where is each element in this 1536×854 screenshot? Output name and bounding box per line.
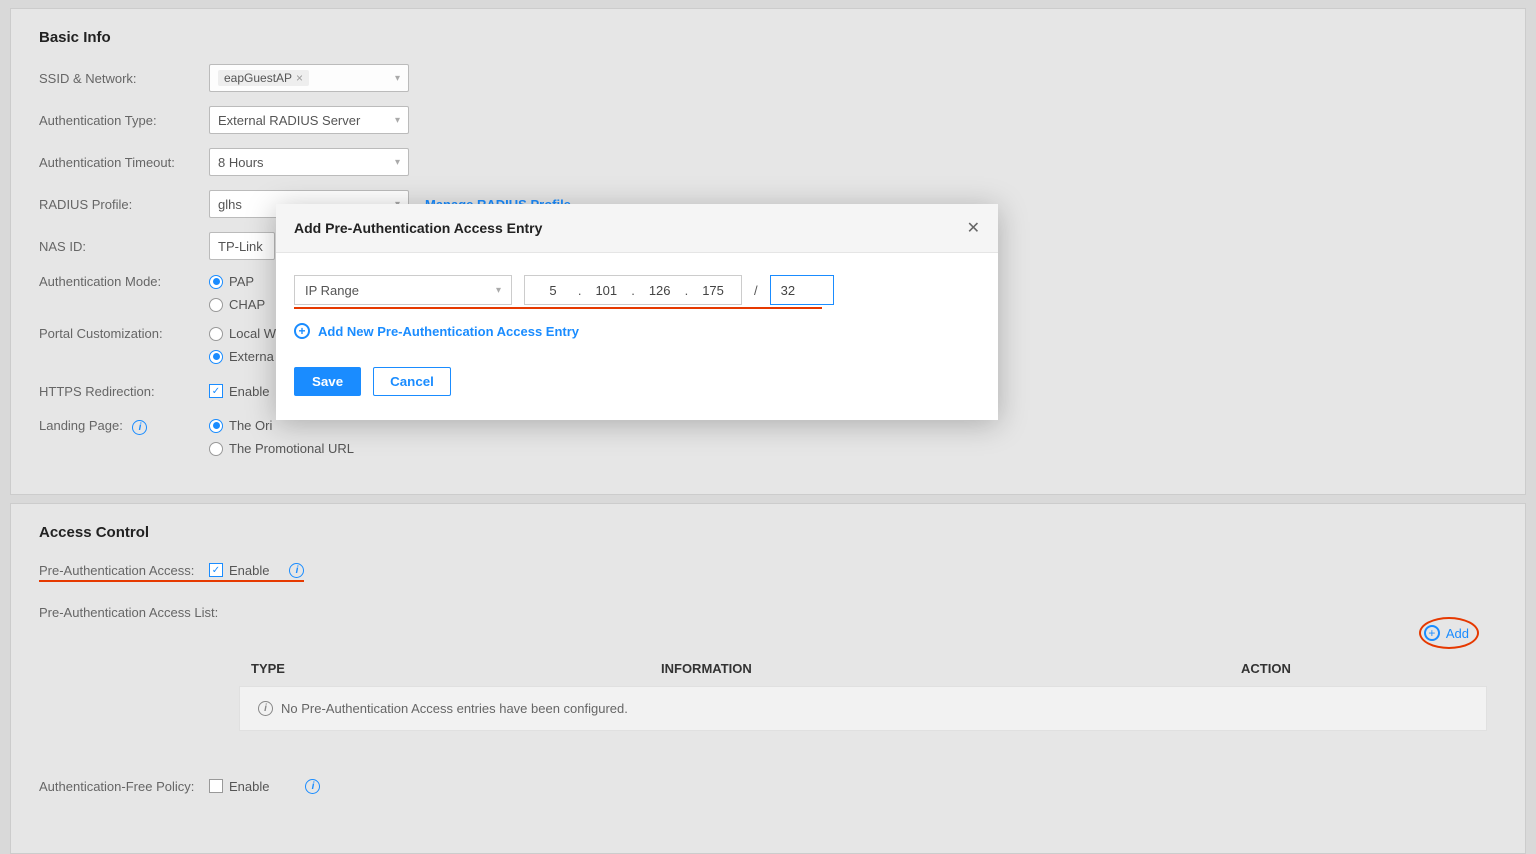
ip-octet-1[interactable] — [534, 282, 572, 299]
col-action: ACTION — [1241, 661, 1475, 676]
chevron-down-icon: ▾ — [395, 157, 400, 168]
col-info: INFORMATION — [661, 661, 1241, 676]
https-label: HTTPS Redirection: — [39, 384, 209, 399]
info-icon: i — [258, 701, 273, 716]
ssid-label: SSID & Network: — [39, 71, 209, 86]
annotation-underline — [294, 307, 822, 309]
auth-timeout-select[interactable]: 8 Hours ▾ — [209, 148, 409, 176]
basic-info-title: Basic Info — [39, 29, 1497, 46]
radius-profile-label: RADIUS Profile: — [39, 197, 209, 212]
preauth-list-label: Pre-Authentication Access List: — [39, 605, 239, 620]
ip-address-input[interactable]: . . . — [524, 275, 742, 305]
info-icon[interactable]: i — [289, 563, 304, 578]
entry-type-select[interactable]: IP Range ▾ — [294, 275, 512, 305]
portal-local-radio[interactable]: Local W — [209, 326, 276, 341]
auth-timeout-label: Authentication Timeout: — [39, 155, 209, 170]
nas-id-input[interactable]: TP-Link — [209, 232, 275, 260]
chevron-down-icon: ▾ — [395, 73, 400, 84]
mask-input-wrap[interactable] — [770, 275, 834, 305]
nas-id-label: NAS ID: — [39, 239, 209, 254]
plus-icon: + — [294, 323, 310, 339]
landing-label: Landing Page: i — [39, 418, 209, 435]
preauth-enable-checkbox[interactable]: ✓ Enable — [209, 563, 269, 578]
col-type: TYPE — [251, 661, 661, 676]
save-button[interactable]: Save — [294, 367, 361, 396]
portal-external-radio[interactable]: Externa — [209, 349, 274, 364]
annotation-circle — [1419, 617, 1479, 649]
ssid-select[interactable]: eapGuestAP× ▾ — [209, 64, 409, 92]
access-control-panel: Access Control Pre-Authentication Access… — [10, 503, 1526, 854]
ip-octet-4[interactable] — [694, 282, 732, 299]
close-icon[interactable]: ✕ — [967, 218, 980, 238]
access-control-title: Access Control — [39, 524, 1497, 541]
preauth-access-label: Pre-Authentication Access: — [39, 563, 209, 578]
ip-octet-2[interactable] — [587, 282, 625, 299]
ssid-remove-icon[interactable]: × — [296, 71, 303, 85]
cancel-button[interactable]: Cancel — [373, 367, 451, 396]
info-icon[interactable]: i — [305, 779, 320, 794]
ip-octet-3[interactable] — [641, 282, 679, 299]
add-preauth-modal: Add Pre-Authentication Access Entry ✕ IP… — [276, 204, 998, 420]
landing-promo-radio[interactable]: The Promotional URL — [209, 441, 354, 456]
https-enable-checkbox[interactable]: ✓ Enable — [209, 384, 269, 399]
landing-original-radio[interactable]: The Ori — [209, 418, 272, 433]
auth-type-label: Authentication Type: — [39, 113, 209, 128]
auth-free-label: Authentication-Free Policy: — [39, 779, 209, 794]
add-new-entry-button[interactable]: + Add New Pre-Authentication Access Entr… — [294, 323, 579, 339]
portal-label: Portal Customization: — [39, 326, 209, 341]
empty-table-row: i No Pre-Authentication Access entries h… — [239, 686, 1487, 731]
chevron-down-icon: ▾ — [496, 285, 501, 296]
auth-type-select[interactable]: External RADIUS Server ▾ — [209, 106, 409, 134]
auth-mode-chap-radio[interactable]: CHAP — [209, 297, 265, 312]
auth-mode-label: Authentication Mode: — [39, 274, 209, 289]
mask-input[interactable] — [779, 282, 825, 299]
modal-title: Add Pre-Authentication Access Entry — [294, 220, 542, 236]
chevron-down-icon: ▾ — [395, 115, 400, 126]
preauth-table: TYPE INFORMATION ACTION i No Pre-Authent… — [239, 651, 1487, 731]
auth-mode-pap-radio[interactable]: PAP — [209, 274, 254, 289]
auth-free-enable-checkbox[interactable]: Enable — [209, 779, 269, 794]
info-icon[interactable]: i — [132, 420, 147, 435]
